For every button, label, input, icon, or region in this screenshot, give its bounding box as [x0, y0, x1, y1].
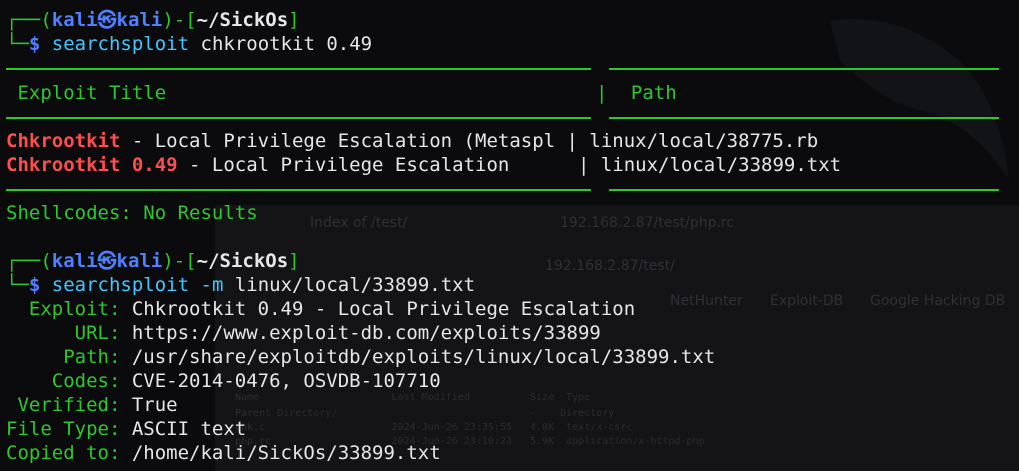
terminal-window[interactable]: ┌──(kali㉿kali)-[~/SickOs] └─$ searchsplo…	[0, 0, 1019, 471]
detail-value: True	[120, 394, 178, 416]
detail-label: Path:	[6, 346, 121, 368]
detail-label: File Type:	[6, 418, 121, 440]
detail-label: Exploit:	[6, 298, 121, 320]
detail-row-codes: Codes: CVE-2014-0476, OSVDB-107710	[6, 369, 441, 393]
table-header: Exploit Title | Path	[6, 81, 676, 105]
table-row: Chkrootkit - Local Privilege Escalation …	[6, 129, 818, 153]
prompt-user: kali	[51, 250, 98, 272]
prompt-cwd: ~/SickOs	[196, 250, 289, 272]
detail-label: Codes:	[6, 370, 121, 392]
detail-row-file-type: File Type: ASCII text	[6, 417, 246, 441]
match-highlight: Chkrootkit	[6, 130, 121, 152]
detail-row-exploit: Exploit: Chkrootkit 0.49 - Local Privile…	[6, 297, 635, 321]
column-separator: |	[566, 154, 601, 176]
column-separator: |	[555, 130, 590, 152]
prompt-box-corner: ┌──(	[6, 9, 52, 31]
prompt-dollar: $	[28, 274, 41, 296]
prompt-host: kali	[116, 9, 163, 31]
prompt-at-symbol: ㉿	[97, 9, 117, 31]
exploit-title: - Local Privilege Escalation	[177, 154, 567, 176]
prompt-user: kali	[51, 9, 98, 31]
detail-label: Copied to:	[6, 442, 121, 464]
prompt-at-symbol: ㉿	[97, 250, 117, 272]
command-name: searchsploit	[51, 33, 190, 55]
detail-row-url: URL: https://www.exploit-db.com/exploits…	[6, 321, 601, 345]
prompt-separator: )-[	[162, 250, 197, 272]
prompt-host: kali	[116, 250, 163, 272]
prompt-bracket-end: ]	[288, 250, 300, 272]
prompt-2-header: ┌──(kali㉿kali)-[~/SickOs]	[6, 249, 300, 273]
table-rule-top-left	[6, 68, 591, 70]
detail-value: ASCII text	[120, 418, 247, 440]
command-name: searchsploit	[51, 274, 190, 296]
table-rule-mid-right	[609, 117, 999, 119]
prompt-1-header: ┌──(kali㉿kali)-[~/SickOs]	[6, 8, 300, 32]
prompt-separator: )-[	[162, 9, 197, 31]
prompt-cwd: ~/SickOs	[196, 9, 289, 31]
column-header-path: Path	[608, 82, 677, 104]
table-rule-top-right	[609, 68, 999, 70]
detail-label: Verified:	[6, 394, 121, 416]
detail-row-copied-to: Copied to: /home/kali/SickOs/33899.txt	[6, 441, 441, 465]
prompt-box-corner: └─	[6, 33, 29, 55]
column-separator: |	[596, 82, 608, 104]
prompt-box-corner: ┌──(	[6, 250, 52, 272]
command-args: linux/local/33899.txt	[223, 274, 476, 296]
exploit-path: linux/local/33899.txt	[600, 154, 842, 176]
shellcodes-text: Shellcodes: No Results	[6, 202, 258, 224]
exploit-path: linux/local/38775.rb	[589, 130, 819, 152]
prompt-box-corner: └─	[6, 274, 29, 296]
detail-row-verified: Verified: True	[6, 393, 178, 417]
shellcodes-result: Shellcodes: No Results	[6, 201, 258, 225]
detail-value: Chkrootkit 0.49 - Local Privilege Escala…	[120, 298, 636, 320]
detail-label: URL:	[6, 322, 121, 344]
table-rule-mid-left	[6, 117, 591, 119]
prompt-dollar: $	[28, 33, 41, 55]
table-row: Chkrootkit 0.49 - Local Privilege Escala…	[6, 153, 841, 177]
detail-value: /usr/share/exploitdb/exploits/linux/loca…	[120, 346, 716, 368]
detail-value: CVE-2014-0476, OSVDB-107710	[120, 370, 441, 392]
detail-value: /home/kali/SickOs/33899.txt	[120, 442, 441, 464]
column-header-exploit-title: Exploit Title	[6, 82, 167, 104]
prompt-1-command-line: └─$ searchsploit chkrootkit 0.49	[6, 32, 372, 56]
match-highlight: Chkrootkit	[6, 154, 121, 176]
prompt-2-command-line: └─$ searchsploit -m linux/local/33899.tx…	[6, 273, 475, 297]
table-rule-bottom-right	[609, 189, 999, 191]
table-rule-bottom-left	[6, 189, 591, 191]
detail-value-link[interactable]: https://www.exploit-db.com/exploits/3389…	[120, 322, 601, 344]
command-flag: -m	[189, 274, 224, 296]
command-args: chkrootkit 0.49	[189, 33, 373, 55]
exploit-title: - Local Privilege Escalation (Metaspl	[120, 130, 556, 152]
prompt-bracket-end: ]	[288, 9, 300, 31]
match-highlight-version: 0.49	[120, 154, 178, 176]
detail-row-path: Path: /usr/share/exploitdb/exploits/linu…	[6, 345, 715, 369]
